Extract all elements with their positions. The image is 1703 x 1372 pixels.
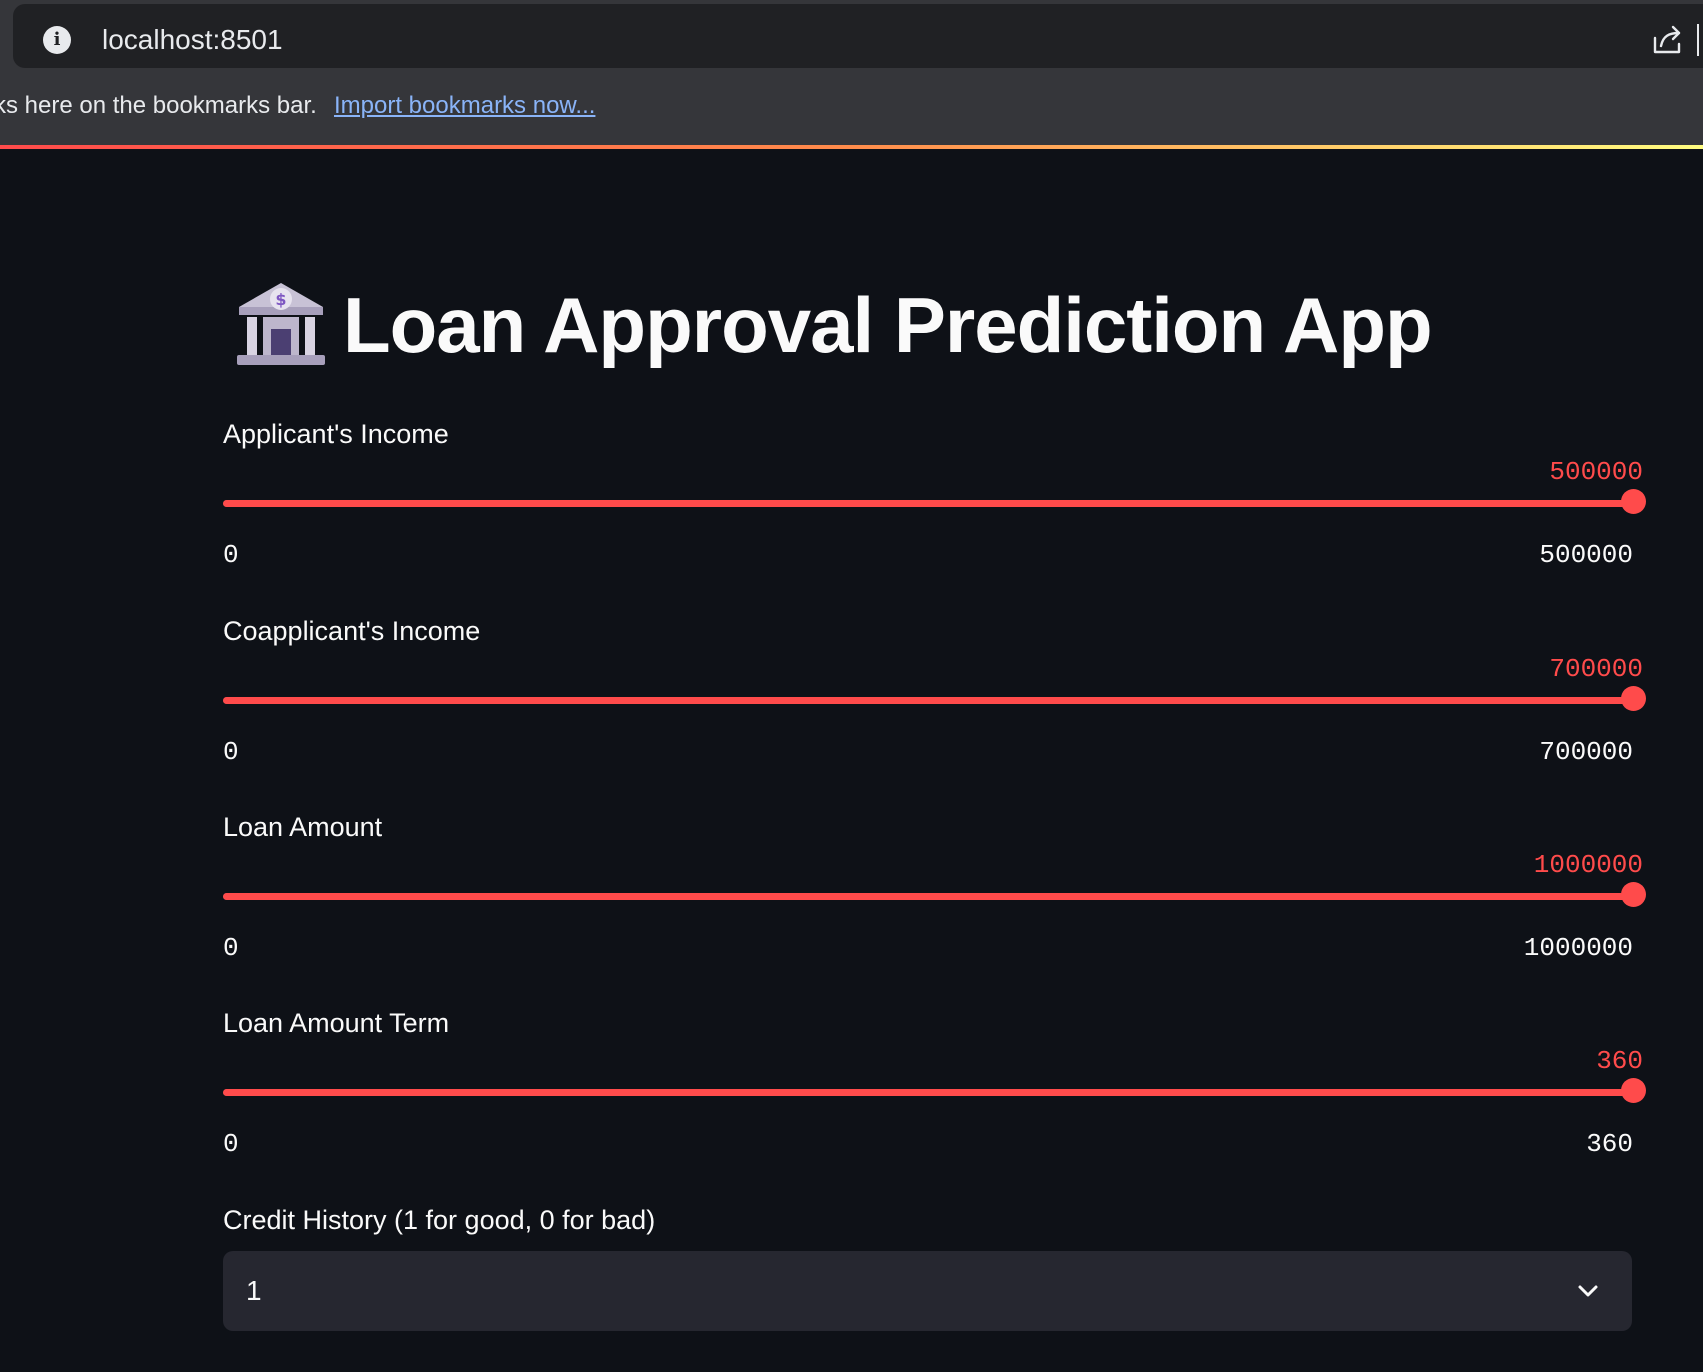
slider-min: 0 bbox=[223, 933, 239, 963]
slider-min: 0 bbox=[223, 540, 239, 570]
slider-thumb[interactable] bbox=[1621, 882, 1646, 907]
slider-track[interactable] bbox=[223, 500, 1633, 507]
slider-track[interactable] bbox=[223, 893, 1633, 900]
slider-max: 360 bbox=[1586, 1129, 1633, 1159]
slider-fill bbox=[223, 697, 1633, 704]
slider-label: Loan Amount bbox=[223, 812, 383, 842]
chevron-down-icon[interactable] bbox=[1574, 1277, 1602, 1305]
browser-chrome: i localhost:8501 rks here on the bookmar… bbox=[0, 0, 1703, 149]
svg-text:$: $ bbox=[275, 290, 286, 309]
import-bookmarks-link[interactable]: Import bookmarks now... bbox=[334, 86, 595, 126]
bank-icon: $ bbox=[237, 283, 325, 365]
slider-track[interactable] bbox=[223, 1089, 1633, 1096]
slider-thumb[interactable] bbox=[1621, 489, 1646, 514]
slider-min: 0 bbox=[223, 737, 239, 767]
slider-label: Coapplicant's Income bbox=[223, 616, 481, 646]
slider-track[interactable] bbox=[223, 697, 1633, 704]
slider-value: 700000 bbox=[1549, 654, 1643, 684]
url-text[interactable]: localhost:8501 bbox=[102, 22, 283, 58]
share-icon[interactable] bbox=[1649, 22, 1685, 58]
title-row: $ Loan Approval Prediction App bbox=[233, 275, 1433, 375]
app-main: $ Loan Approval Prediction App Applicant… bbox=[0, 149, 1703, 1372]
toolbar-divider bbox=[1697, 24, 1699, 56]
page-title: Loan Approval Prediction App bbox=[343, 281, 1433, 369]
slider-fill bbox=[223, 500, 1633, 507]
slider-min: 0 bbox=[223, 1129, 239, 1159]
select-label: Credit History (1 for good, 0 for bad) bbox=[223, 1205, 656, 1235]
slider-value: 500000 bbox=[1549, 457, 1643, 487]
slider-max: 1000000 bbox=[1523, 933, 1633, 963]
slider-max: 700000 bbox=[1539, 737, 1633, 767]
slider-thumb[interactable] bbox=[1621, 1078, 1646, 1103]
info-icon[interactable]: i bbox=[43, 26, 71, 54]
slider-fill bbox=[223, 1089, 1633, 1096]
slider-value: 1000000 bbox=[1533, 850, 1643, 880]
slider-fill bbox=[223, 893, 1633, 900]
slider-thumb[interactable] bbox=[1621, 686, 1646, 711]
address-bar[interactable]: i localhost:8501 bbox=[13, 4, 1703, 68]
select-value: 1 bbox=[246, 1275, 262, 1306]
credit-history-select[interactable]: 1 bbox=[223, 1251, 1632, 1331]
slider-value: 360 bbox=[1596, 1046, 1643, 1076]
bookmarks-hint: rks here on the bookmarks bar. bbox=[0, 92, 317, 119]
slider-label: Loan Amount Term bbox=[223, 1008, 450, 1038]
slider-label: Applicant's Income bbox=[223, 419, 449, 449]
slider-max: 500000 bbox=[1539, 540, 1633, 570]
